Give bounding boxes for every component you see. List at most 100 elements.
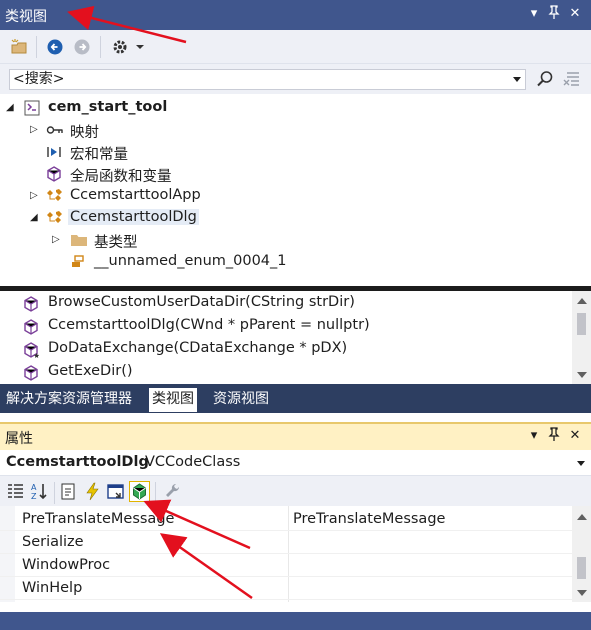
tree-node-globals[interactable]: 全局函数和变量 xyxy=(0,163,591,185)
search-input[interactable]: <搜索> xyxy=(9,69,526,90)
new-folder-icon[interactable] xyxy=(9,37,29,57)
toolbar-separator xyxy=(54,482,55,504)
svg-text:Z: Z xyxy=(31,492,37,501)
tree-node-enum[interactable]: __unnamed_enum_0004_1 xyxy=(0,251,591,273)
tree-node-dlg-class[interactable]: ◢ CcemstarttoolDlg xyxy=(0,207,591,229)
tree-label: CcemstarttoolApp xyxy=(70,187,201,203)
pin-icon[interactable] xyxy=(545,5,563,23)
tree-node-base-types[interactable]: ▷ 基类型 xyxy=(0,229,591,251)
class-view-title: 类视图 xyxy=(5,9,47,25)
object-selector[interactable]: CcemstarttoolDlg VCCodeClass xyxy=(0,450,591,476)
member-label: DoDataExchange(CDataExchange * pDX) xyxy=(48,340,348,356)
tree-label: 宏和常量 xyxy=(70,147,128,163)
tree-node-macros[interactable]: 宏和常量 xyxy=(0,141,591,163)
project-icon xyxy=(24,100,40,116)
search-icon[interactable] xyxy=(535,69,555,89)
properties-title: 属性 xyxy=(5,431,33,447)
tree-label: CcemstarttoolDlg xyxy=(68,209,199,225)
tree-label: cem_start_tool xyxy=(48,99,168,115)
back-icon[interactable] xyxy=(45,37,65,57)
bottom-status-strip xyxy=(0,612,591,630)
tree-label: __unnamed_enum_0004_1 xyxy=(94,253,287,269)
svg-text:A: A xyxy=(31,483,37,492)
method-icon xyxy=(23,365,39,381)
overrides-icon[interactable] xyxy=(129,481,150,502)
chevron-down-icon[interactable] xyxy=(513,77,521,82)
method-icon xyxy=(46,166,62,182)
chevron-down-icon[interactable] xyxy=(577,461,585,466)
property-grid: PreTranslateMessage PreTranslateMessage … xyxy=(0,506,572,602)
object-type: VCCodeClass xyxy=(145,454,241,470)
tab-class-view[interactable]: 类视图 xyxy=(149,388,197,412)
properties-toolbar: AZ xyxy=(0,476,591,506)
enum-icon xyxy=(70,254,86,270)
property-row[interactable]: Serialize xyxy=(0,531,572,554)
members-scrollbar[interactable] xyxy=(572,291,591,384)
scroll-down-arrow[interactable] xyxy=(577,372,587,378)
expanded-arrow-icon[interactable]: ◢ xyxy=(6,102,16,114)
property-value[interactable]: PreTranslateMessage xyxy=(293,511,445,527)
member-item[interactable]: CcemstarttoolDlg(CWnd * pParent = nullpt… xyxy=(0,315,572,338)
property-row[interactable]: PreTranslateMessage PreTranslateMessage xyxy=(0,508,572,531)
method-icon xyxy=(23,296,39,312)
member-item[interactable]: BrowseCustomUserDataDir(CString strDir) xyxy=(0,292,572,315)
scroll-up-arrow[interactable] xyxy=(577,514,587,520)
class-view-toolbar xyxy=(0,30,591,64)
collapsed-arrow-icon[interactable]: ▷ xyxy=(30,124,40,136)
expanded-arrow-icon[interactable]: ◢ xyxy=(30,212,40,224)
toolbar-separator xyxy=(100,36,101,58)
close-icon[interactable]: ✕ xyxy=(566,5,584,23)
member-item[interactable]: GetExeDir() xyxy=(0,361,572,384)
toolbar-separator xyxy=(36,36,37,58)
alphabetical-icon[interactable]: AZ xyxy=(29,481,50,502)
search-settings-icon[interactable] xyxy=(562,69,582,89)
dropdown-arrow-icon[interactable]: ▾ xyxy=(525,5,543,23)
property-name: WindowProc xyxy=(22,557,111,573)
tree-node-maps[interactable]: ▷ 映射 xyxy=(0,119,591,141)
tree-node-app-class[interactable]: ▷ CcemstarttoolApp xyxy=(0,185,591,207)
member-label: CcemstarttoolDlg(CWnd * pParent = nullpt… xyxy=(48,317,370,333)
settings-dropdown-icon[interactable] xyxy=(110,37,148,57)
members-list: BrowseCustomUserDataDir(CString strDir) … xyxy=(0,291,572,384)
scrollbar-thumb[interactable] xyxy=(577,313,586,335)
scrollbar-thumb[interactable] xyxy=(577,557,586,579)
scroll-up-arrow[interactable] xyxy=(577,298,587,304)
class-view-titlebar: 类视图 ▾ ✕ xyxy=(0,0,591,30)
property-grid-scrollbar[interactable] xyxy=(572,506,591,602)
close-icon[interactable]: ✕ xyxy=(566,427,584,445)
tree-label: 全局函数和变量 xyxy=(70,169,172,185)
properties-titlebar: 属性 ▾ ✕ xyxy=(0,422,591,450)
property-name: WinHelp xyxy=(22,580,83,596)
protected-method-icon xyxy=(23,342,40,358)
search-row: <搜索> xyxy=(0,64,591,94)
class-tree: ◢ cem_start_tool ▷ 映射 宏和常量 全局函数和变量 ▷ Cce… xyxy=(0,94,591,286)
property-name: PreTranslateMessage xyxy=(22,511,175,527)
properties-page-icon[interactable] xyxy=(58,481,79,502)
categorized-icon[interactable] xyxy=(5,481,26,502)
macro-icon xyxy=(46,144,62,160)
property-row[interactable]: WinHelp xyxy=(0,577,572,600)
scroll-down-arrow[interactable] xyxy=(577,590,587,596)
pin-icon[interactable] xyxy=(545,427,563,445)
dropdown-arrow-icon[interactable]: ▾ xyxy=(525,427,543,445)
messages-icon[interactable] xyxy=(106,481,127,502)
class-icon xyxy=(46,210,62,226)
member-label: GetExeDir() xyxy=(48,363,133,379)
object-name: CcemstarttoolDlg xyxy=(6,454,149,470)
forward-icon[interactable] xyxy=(72,37,92,57)
events-lightning-icon[interactable] xyxy=(82,481,103,502)
member-label: BrowseCustomUserDataDir(CString strDir) xyxy=(48,294,355,310)
property-row[interactable]: WindowProc xyxy=(0,554,572,577)
key-icon xyxy=(46,122,63,138)
collapsed-arrow-icon[interactable]: ▷ xyxy=(30,190,40,202)
class-icon xyxy=(46,188,62,204)
tool-window-tabs: 解决方案资源管理器 类视图 资源视图 xyxy=(0,384,591,413)
tree-label: 映射 xyxy=(70,125,99,141)
tree-node-project[interactable]: ◢ cem_start_tool xyxy=(0,97,591,119)
collapsed-arrow-icon[interactable]: ▷ xyxy=(52,234,62,246)
member-item[interactable]: DoDataExchange(CDataExchange * pDX) xyxy=(0,338,572,361)
property-pages-wrench-icon[interactable] xyxy=(162,481,183,502)
property-name: Serialize xyxy=(22,534,84,550)
tab-solution-explorer[interactable]: 解决方案资源管理器 xyxy=(3,388,135,412)
tab-resource-view[interactable]: 资源视图 xyxy=(210,388,272,412)
